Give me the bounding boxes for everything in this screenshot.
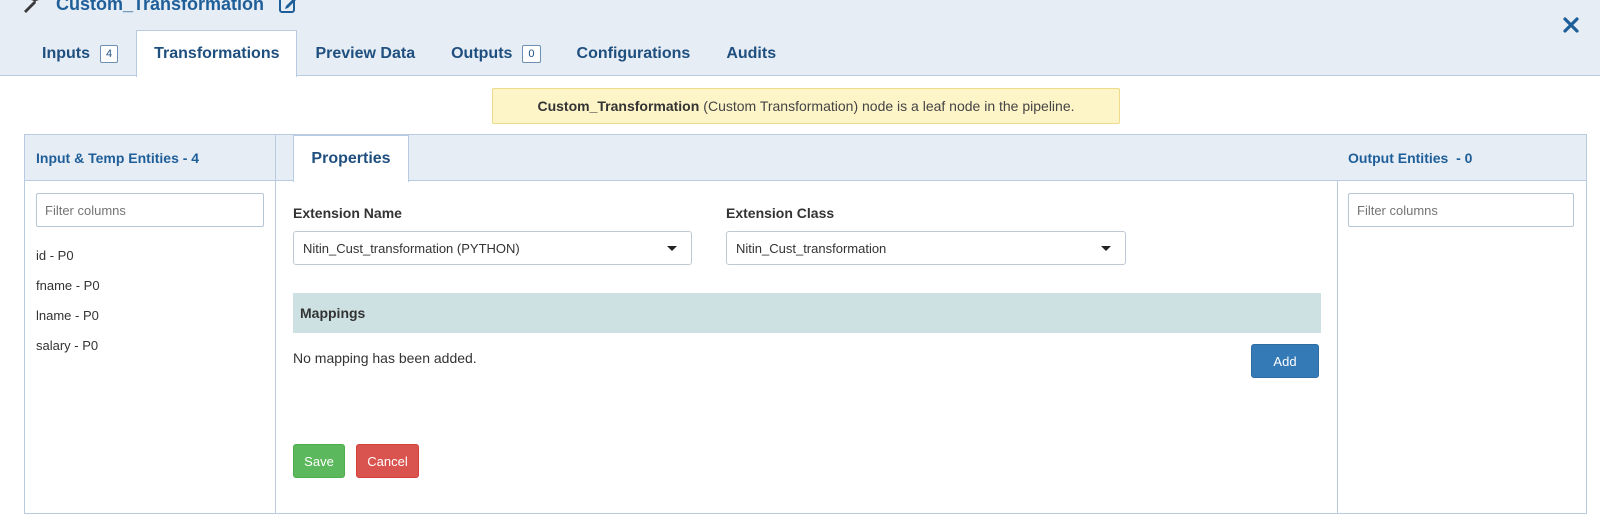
magic-wand-icon bbox=[22, 0, 42, 13]
input-entity-list: id - P0 fname - P0 lname - P0 salary - P… bbox=[25, 247, 276, 367]
tab-preview-data[interactable]: Preview Data bbox=[297, 30, 433, 76]
leaf-node-notice: Custom_Transformation (Custom Transforma… bbox=[492, 88, 1120, 124]
properties-tab-bar: Properties bbox=[276, 135, 1337, 182]
output-entities-panel: Output Entities - 0 bbox=[1337, 134, 1587, 514]
properties-panel: Properties Extension Name Nitin_Cust_tra… bbox=[275, 134, 1338, 514]
tab-audits-label: Audits bbox=[726, 44, 777, 62]
add-mapping-button[interactable]: Add bbox=[1251, 344, 1319, 378]
save-button[interactable]: Save bbox=[293, 444, 345, 478]
inputs-count-badge: 4 bbox=[100, 44, 119, 63]
tab-audits[interactable]: Audits bbox=[708, 30, 794, 76]
chevron-down-icon bbox=[667, 246, 677, 251]
entity-item[interactable]: fname - P0 bbox=[36, 277, 276, 307]
tab-configurations[interactable]: Configurations bbox=[559, 30, 709, 76]
tab-inputs-label: Inputs bbox=[42, 44, 90, 62]
no-mapping-text: No mapping has been added. bbox=[293, 350, 477, 366]
tab-properties[interactable]: Properties bbox=[293, 135, 409, 182]
edit-icon[interactable] bbox=[278, 0, 298, 14]
chevron-down-icon bbox=[1101, 246, 1111, 251]
cancel-button[interactable]: Cancel bbox=[356, 444, 419, 478]
entity-item[interactable]: lname - P0 bbox=[36, 307, 276, 337]
input-entities-title: Input & Temp Entities - 4 bbox=[25, 135, 276, 181]
title-row: Custom_Transformation bbox=[22, 0, 298, 16]
extension-name-label: Extension Name bbox=[293, 205, 402, 221]
tab-outputs[interactable]: Outputs 0 bbox=[433, 30, 558, 76]
tab-transformations-label: Transformations bbox=[154, 45, 280, 62]
extension-class-select[interactable]: Nitin_Cust_transformation bbox=[726, 231, 1126, 265]
entity-item[interactable]: salary - P0 bbox=[36, 337, 276, 367]
output-filter-columns[interactable] bbox=[1348, 193, 1574, 227]
tab-outputs-label: Outputs bbox=[451, 44, 513, 62]
extension-name-select[interactable]: Nitin_Cust_transformation (PYTHON) bbox=[293, 231, 692, 265]
dialog-header: Custom_Transformation Inputs 4 Transform… bbox=[0, 0, 1600, 77]
extension-class-value: Nitin_Cust_transformation bbox=[736, 240, 887, 256]
input-filter-columns[interactable] bbox=[36, 193, 264, 227]
outputs-count-badge: 0 bbox=[522, 44, 541, 63]
tab-preview-data-label: Preview Data bbox=[315, 44, 416, 62]
close-icon[interactable] bbox=[1560, 14, 1582, 36]
tab-inputs[interactable]: Inputs 4 bbox=[24, 30, 136, 76]
dialog-title: Custom_Transformation bbox=[56, 0, 265, 14]
mappings-header: Mappings bbox=[293, 293, 1321, 333]
extension-name-value: Nitin_Cust_transformation (PYTHON) bbox=[303, 240, 520, 256]
tab-bar: Inputs 4 Transformations Preview Data Ou… bbox=[0, 30, 794, 77]
extension-class-label: Extension Class bbox=[726, 205, 835, 221]
output-entities-title: Output Entities - 0 bbox=[1337, 135, 1586, 181]
input-entities-panel: Input & Temp Entities - 4 id - P0 fname … bbox=[24, 134, 276, 514]
entity-item[interactable]: id - P0 bbox=[36, 247, 276, 277]
tab-configurations-label: Configurations bbox=[576, 44, 691, 62]
notice-text: (Custom Transformation) node is a leaf n… bbox=[703, 98, 1075, 114]
notice-node-name: Custom_Transformation bbox=[537, 98, 700, 114]
tab-transformations[interactable]: Transformations bbox=[136, 30, 298, 77]
